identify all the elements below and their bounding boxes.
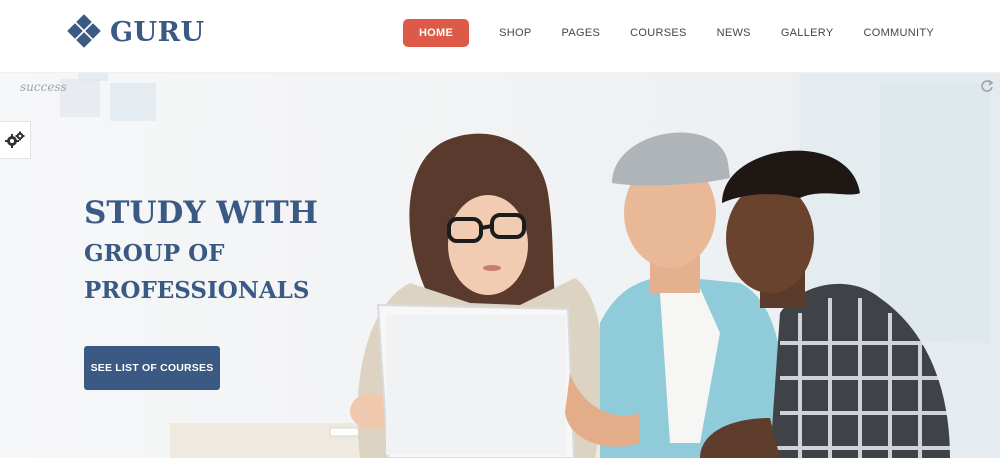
headline-line-2: GROUP OF [84,240,225,267]
logo-text: GURU [110,16,205,48]
hero-banner: success STUDY WITH GROUP OF PROFESSIONAL… [0,73,1000,458]
refresh-icon[interactable] [980,79,994,93]
logo[interactable]: GURU [66,14,205,50]
nav-pages[interactable]: PAGES [562,20,601,46]
site-header: GURU HOME SHOP PAGES COURSES NEWS GALLER… [0,0,1000,73]
see-courses-button[interactable]: SEE LIST OF COURSES [84,346,220,390]
hero-headline: STUDY WITH GROUP OF PROFESSIONALS [84,193,318,309]
settings-panel-toggle[interactable] [0,121,31,159]
nav-home[interactable]: HOME [402,19,470,47]
main-nav: HOME SHOP PAGES COURSES NEWS GALLERY COM… [402,19,934,47]
nav-community[interactable]: COMMUNITY [863,20,934,46]
nav-courses[interactable]: COURSES [630,20,687,46]
gears-icon [5,131,25,148]
headline-line-1: STUDY WITH [84,195,318,231]
page: GURU HOME SHOP PAGES COURSES NEWS GALLER… [0,0,1000,458]
logo-diamond-icon [67,14,101,48]
nav-gallery[interactable]: GALLERY [781,20,834,46]
whiteboard-text: success [20,80,67,94]
nav-shop[interactable]: SHOP [499,20,531,46]
headline-line-3: PROFESSIONALS [84,277,310,304]
nav-news[interactable]: NEWS [717,20,751,46]
